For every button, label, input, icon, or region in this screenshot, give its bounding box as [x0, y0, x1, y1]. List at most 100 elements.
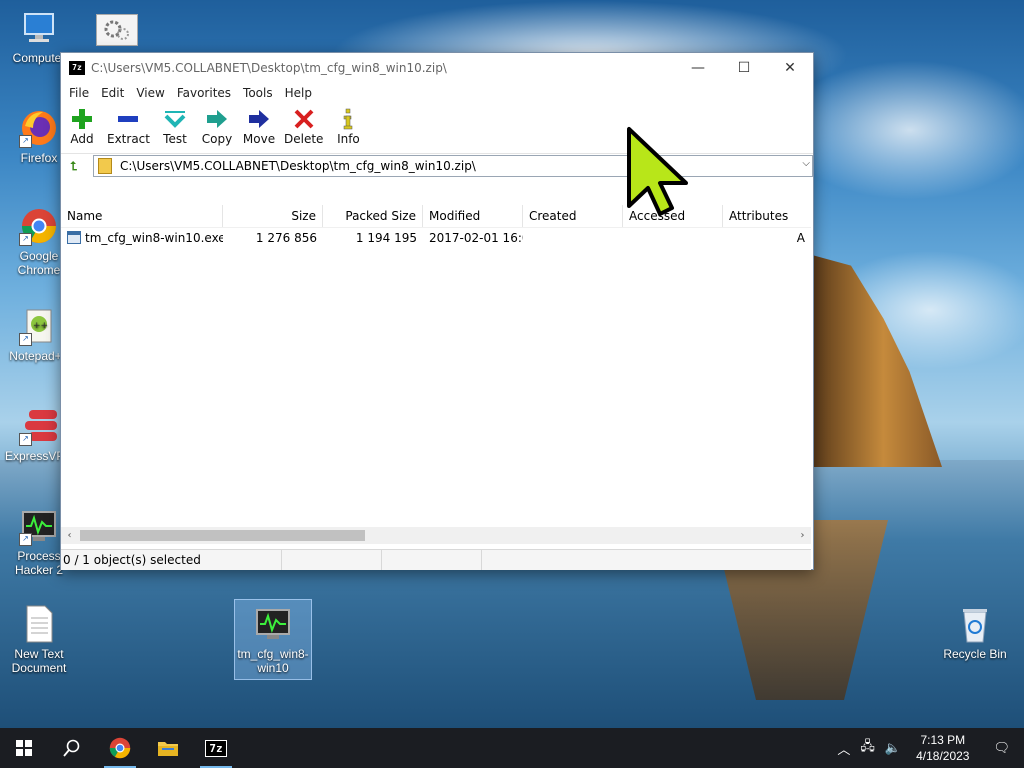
horizontal-scrollbar[interactable]: ‹ ›	[61, 527, 811, 544]
menu-view[interactable]: View	[130, 86, 170, 100]
minimize-button[interactable]: —	[675, 53, 721, 83]
shortcut-arrow-icon: ↗	[19, 233, 32, 246]
process-hacker-icon: ↗	[19, 506, 59, 546]
sevenzip-app-icon: 7z	[205, 739, 227, 757]
up-arrow-icon: ⮤	[70, 158, 78, 173]
column-name[interactable]: Name	[61, 205, 223, 227]
maximize-button[interactable]: ☐	[721, 53, 767, 83]
file-name-cell: tm_cfg_win8-win10.exe	[61, 228, 223, 248]
windows-logo-icon	[16, 740, 32, 756]
column-modified[interactable]: Modified	[423, 205, 523, 227]
status-cell	[482, 550, 811, 570]
scroll-right-icon[interactable]: ›	[794, 530, 811, 541]
taskbar: 7z ︿ 🖧 🔈 7:13 PM 4/18/2023 🗨	[0, 728, 1024, 768]
move-icon	[247, 107, 271, 131]
column-size[interactable]: Size	[223, 205, 323, 227]
close-button[interactable]: ✕	[767, 53, 813, 83]
file-modified-cell: 2017-02-01 16:02	[429, 231, 523, 245]
info-button[interactable]: Info	[331, 103, 365, 146]
menu-file[interactable]: File	[63, 86, 95, 100]
info-label: Info	[337, 132, 360, 146]
desktop-icon-settings[interactable]	[82, 14, 152, 49]
menu-edit[interactable]: Edit	[95, 86, 130, 100]
firefox-icon: ↗	[19, 108, 59, 148]
clock-date: 4/18/2023	[916, 749, 970, 763]
test-button[interactable]: Test	[158, 103, 192, 146]
scroll-left-icon[interactable]: ‹	[61, 530, 78, 541]
folder-icon	[158, 742, 178, 756]
desktop-icon-tm-cfg[interactable]: tm_cfg_win8-win10	[234, 599, 312, 680]
start-button[interactable]	[0, 728, 48, 768]
mouse-cursor-icon	[626, 126, 690, 216]
taskbar-file-explorer[interactable]	[144, 728, 192, 768]
menu-tools[interactable]: Tools	[237, 86, 279, 100]
address-input[interactable]: C:\Users\VM5.COLLABNET\Desktop\tm_cfg_wi…	[93, 155, 813, 177]
column-created[interactable]: Created	[523, 205, 623, 227]
scroll-track[interactable]	[78, 529, 794, 542]
file-packed-size-cell: 1 194 195	[355, 231, 417, 245]
chevron-down-icon[interactable]: ⌵	[802, 158, 810, 169]
delete-label: Delete	[283, 132, 324, 146]
svg-text:++: ++	[33, 321, 48, 331]
desktop-icon-new-text-document[interactable]: New Text Document	[4, 604, 74, 675]
taskbar-7zip[interactable]: 7z	[192, 728, 240, 768]
add-icon	[71, 107, 93, 131]
copy-button[interactable]: Copy	[200, 103, 234, 146]
sevenzip-window[interactable]: 7z C:\Users\VM5.COLLABNET\Desktop\tm_cfg…	[60, 52, 814, 570]
up-folder-button[interactable]: ⮤	[65, 157, 83, 175]
file-list[interactable]: Name Size Packed Size Modified Created A…	[61, 205, 811, 527]
copy-label: Copy	[201, 132, 233, 146]
toolbar: Add Extract Test Copy Move Delete Info	[61, 103, 813, 154]
copy-icon	[205, 107, 229, 131]
computer-icon	[19, 8, 59, 48]
search-button[interactable]	[48, 728, 96, 768]
address-bar: ⮤ C:\Users\VM5.COLLABNET\Desktop\tm_cfg_…	[61, 154, 813, 178]
status-cell	[382, 550, 482, 570]
column-packed-size[interactable]: Packed Size	[323, 205, 423, 227]
menu-help[interactable]: Help	[279, 86, 318, 100]
clock[interactable]: 7:13 PM 4/18/2023	[906, 732, 979, 764]
status-bar: 0 / 1 object(s) selected	[61, 549, 811, 570]
move-button[interactable]: Move	[242, 103, 276, 146]
add-button[interactable]: Add	[65, 103, 99, 146]
file-name: tm_cfg_win8-win10.exe	[85, 231, 223, 245]
file-attributes-cell: A	[796, 231, 805, 245]
chevron-up-icon[interactable]: ︿	[832, 739, 855, 758]
menu-favorites[interactable]: Favorites	[171, 86, 237, 100]
test-label: Test	[163, 132, 187, 146]
desktop-icon-label: tm_cfg_win8-win10	[237, 647, 309, 675]
move-label: Move	[242, 132, 276, 146]
exe-app-icon	[253, 604, 293, 644]
extract-icon	[117, 107, 139, 131]
extract-label: Extract	[107, 132, 150, 146]
exe-file-icon	[67, 231, 81, 244]
sevenzip-app-icon: 7z	[69, 61, 85, 75]
test-icon	[163, 107, 187, 131]
system-tray: ︿ 🖧 🔈 7:13 PM 4/18/2023 🗨	[832, 732, 1024, 764]
column-attributes[interactable]: Attributes	[723, 205, 811, 227]
taskbar-chrome[interactable]	[96, 728, 144, 768]
table-row[interactable]: tm_cfg_win8-win10.exe 1 276 856 1 194 19…	[61, 228, 811, 248]
clock-time: 7:13 PM	[920, 733, 966, 747]
file-created-cell	[523, 228, 623, 248]
chrome-icon: ↗	[19, 206, 59, 246]
expressvpn-icon: ↗	[19, 406, 59, 446]
network-icon[interactable]: 🖧	[855, 737, 880, 759]
scroll-thumb[interactable]	[80, 530, 365, 541]
shortcut-arrow-icon: ↗	[19, 135, 32, 148]
menu-bar: File Edit View Favorites Tools Help	[61, 83, 813, 103]
volume-icon[interactable]: 🔈	[880, 740, 906, 756]
text-document-icon	[19, 604, 59, 644]
status-selection: 0 / 1 object(s) selected	[61, 550, 282, 570]
search-icon	[63, 739, 80, 757]
wallpaper-cloud	[780, 60, 1024, 200]
delete-button[interactable]: Delete	[284, 103, 323, 146]
extract-button[interactable]: Extract	[107, 103, 150, 146]
file-accessed-cell	[623, 228, 723, 248]
zip-folder-icon	[98, 158, 112, 174]
notifications-icon[interactable]: 🗨	[979, 740, 1024, 756]
window-title: C:\Users\VM5.COLLABNET\Desktop\tm_cfg_wi…	[91, 61, 447, 75]
desktop-icon-label: New Text Document	[11, 647, 67, 675]
desktop-icon-recycle-bin[interactable]: Recycle Bin	[940, 604, 1010, 661]
title-bar[interactable]: 7z C:\Users\VM5.COLLABNET\Desktop\tm_cfg…	[61, 53, 813, 83]
